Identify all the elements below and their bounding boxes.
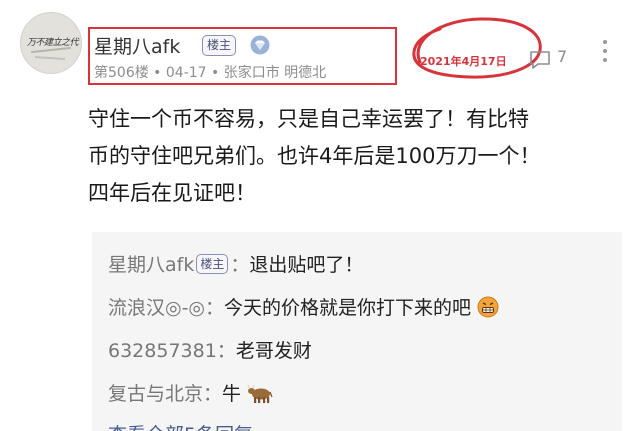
reply-text: 今天的价格就是你打下来的吧 — [224, 297, 472, 319]
reply-item[interactable]: 流浪汉◎-◎：今天的价格就是你打下来的吧 — [108, 293, 499, 320]
reply-text: 牛 — [222, 383, 242, 405]
cow-emoji — [247, 384, 273, 403]
reply-item[interactable]: 632857381：老哥发财 — [108, 336, 312, 363]
reply-separator: ： — [203, 383, 223, 405]
reply-text: 退出贴吧了！ — [249, 254, 364, 276]
reply-text: 老哥发财 — [235, 340, 312, 362]
view-all-replies-link[interactable]: 查看全部5条回复 — [108, 420, 253, 431]
reply-author[interactable]: 星期八afk — [108, 254, 194, 276]
post-body: 守住一个币不容易，只是自己幸运罢了！有比特 币的守住吧兄弟们。也许4年后是100… — [88, 101, 628, 212]
post-line: 守住一个币不容易，只是自己幸运罢了！有比特 — [88, 107, 529, 131]
reply-item[interactable]: 星期八afk 楼主 ：退出贴吧了！ — [108, 250, 363, 277]
grimace-emoji — [477, 296, 499, 318]
reply-separator: ： — [205, 297, 225, 319]
more-options-icon[interactable] — [601, 40, 609, 72]
username[interactable]: 星期八afk — [94, 32, 180, 59]
post-line: 四年后在见证吧！ — [88, 181, 256, 205]
reply-author[interactable]: 复古与北京 — [108, 383, 203, 405]
reply-author[interactable]: 632857381 — [108, 340, 217, 362]
avatar[interactable]: 万不建立之代 — [20, 12, 82, 74]
reply-separator: ： — [230, 254, 250, 276]
op-badge: 楼主 — [196, 254, 229, 274]
diamond-icon — [250, 35, 270, 55]
avatar-stroke — [34, 55, 66, 61]
comment-icon[interactable] — [528, 50, 552, 70]
post-line: 币的守住吧兄弟们。也许4年后是100万刀一个！ — [88, 144, 541, 168]
reply-item[interactable]: 复古与北京：牛 — [108, 379, 273, 406]
op-badge: 楼主 — [202, 35, 237, 56]
reply-author[interactable]: 流浪汉◎-◎ — [108, 297, 205, 319]
post-meta: 第506楼 • 04-17 • 张家口市 明德北 — [94, 65, 327, 81]
annotation-circle — [412, 17, 542, 79]
reply-separator: ： — [216, 340, 236, 362]
reply-count[interactable]: 7 — [557, 47, 567, 66]
annotation-date: 2021年4月17日 — [420, 55, 507, 68]
